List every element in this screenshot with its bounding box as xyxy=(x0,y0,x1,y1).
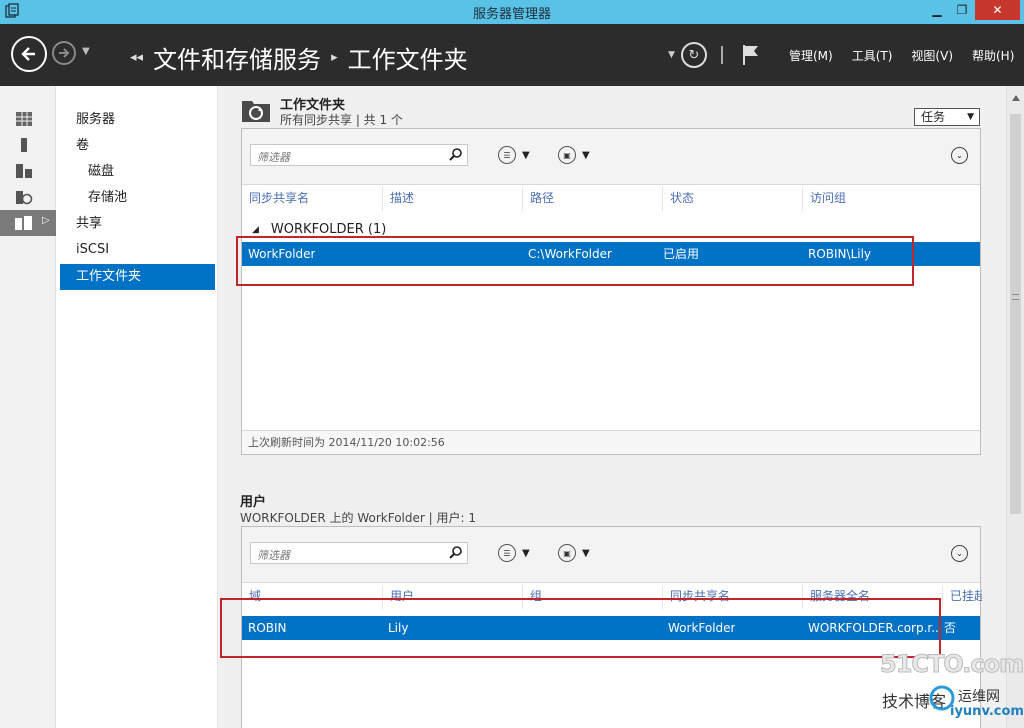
users-subtitle: WORKFOLDER 上的 WorkFolder | 用户: 1 xyxy=(240,511,476,525)
navigation-pane: 服务器 卷 磁盘 存储池 共享 iSCSI 工作文件夹 xyxy=(56,86,218,728)
highlight-box-work-folder xyxy=(236,236,914,286)
list-options-button[interactable]: ☰ ▼ xyxy=(498,544,530,562)
watermark-logo-icon xyxy=(929,685,955,711)
chevron-down-icon: ▼ xyxy=(582,149,590,161)
menu-bar: 管理(M) 工具(T) 视图(V) 帮助(H) xyxy=(789,47,1014,64)
scroll-up-icon[interactable] xyxy=(1011,94,1021,102)
search-icon[interactable] xyxy=(449,147,463,161)
all-servers-icon[interactable] xyxy=(12,162,36,180)
collapse-triangle-icon[interactable]: ◢ xyxy=(252,225,259,235)
breadcrumb-dropdown-icon[interactable]: ▼ xyxy=(668,50,675,60)
expand-arrow-icon: ▷ xyxy=(42,215,50,226)
filter-toolbar: 筛选器 ☰ ▼ ▣ ▼ ⌄ xyxy=(242,527,980,583)
col-status[interactable]: 状态 xyxy=(662,187,802,211)
col-path[interactable]: 路径 xyxy=(522,187,662,211)
nav-item-volumes[interactable]: 卷 xyxy=(60,133,215,159)
chevron-down-icon: ▼ xyxy=(522,547,530,559)
menu-view[interactable]: 视图(V) xyxy=(911,47,953,64)
filter-placeholder: 筛选器 xyxy=(257,151,290,164)
cell-suspended: 否 xyxy=(944,621,957,635)
group-label: WORKFOLDER (1) xyxy=(270,222,387,237)
work-folders-subtitle: 所有同步共享 | 共 1 个 xyxy=(280,113,403,127)
vertical-scrollbar[interactable] xyxy=(1006,86,1024,728)
nav-item-storage-pools[interactable]: 存储池 xyxy=(60,185,215,211)
highlight-box-user xyxy=(220,598,941,658)
watermark: 51CTO.com 技术博客 运维网 iyunv.com xyxy=(874,650,1024,725)
work-folders-panel: 筛选器 ☰ ▼ ▣ ▼ ⌄ 同步共享名 描述 路径 状态 访问组 ◢ WORKFOL… xyxy=(241,128,981,455)
scrollbar-thumb[interactable] xyxy=(1010,114,1021,514)
header-actions: ▼ ↻ xyxy=(668,42,761,68)
rail-selected-item[interactable]: ▷ xyxy=(0,210,56,236)
menu-help[interactable]: 帮助(H) xyxy=(972,47,1014,64)
save-icon: ▣ xyxy=(558,146,576,164)
expand-collapse-icon[interactable]: ⌄ xyxy=(951,147,968,164)
chevron-down-icon: ▼ xyxy=(582,547,590,559)
watermark-text-4: iyunv.com xyxy=(950,704,1024,719)
chevron-down-icon: ▼ xyxy=(522,149,530,161)
breadcrumb-item-file-storage[interactable]: 文件和存储服务 xyxy=(153,40,321,75)
breadcrumb-separator-icon: ▸ xyxy=(331,50,338,65)
tasks-dropdown[interactable]: 任务 ▼ xyxy=(914,108,980,126)
tasks-label: 任务 xyxy=(921,110,946,124)
search-icon[interactable] xyxy=(449,545,463,559)
chevron-down-icon: ▼ xyxy=(967,112,974,122)
list-icon: ☰ xyxy=(498,146,516,164)
users-title: 用户 xyxy=(240,495,267,510)
last-refresh-status: 上次刷新时间为 2014/11/20 10:02:56 xyxy=(242,430,980,454)
local-server-icon[interactable] xyxy=(12,136,36,154)
dashboard-icon[interactable] xyxy=(12,110,36,128)
arrow-right-icon xyxy=(59,48,70,58)
minimize-button[interactable]: ▁ xyxy=(924,0,950,20)
menu-manage[interactable]: 管理(M) xyxy=(789,47,833,64)
col-description[interactable]: 描述 xyxy=(382,187,522,211)
file-storage-icon xyxy=(15,216,32,230)
close-button[interactable]: ✕ xyxy=(975,0,1020,20)
list-icon: ☰ xyxy=(498,544,516,562)
menu-tools[interactable]: 工具(T) xyxy=(852,47,893,64)
breadcrumb-item-work-folders[interactable]: 工作文件夹 xyxy=(348,40,468,75)
save-query-button[interactable]: ▣ ▼ xyxy=(558,146,590,164)
back-button[interactable] xyxy=(11,36,47,72)
nav-item-iscsi[interactable]: iSCSI xyxy=(60,237,215,263)
filter-input[interactable]: 筛选器 xyxy=(250,144,468,166)
refresh-icon[interactable]: ↻ xyxy=(680,42,707,68)
arrow-left-icon xyxy=(21,47,35,61)
nav-item-servers[interactable]: 服务器 xyxy=(60,107,215,133)
col-suspended[interactable]: 已挂起 xyxy=(942,585,982,609)
history-dropdown-icon[interactable]: ▼ xyxy=(82,46,90,57)
filter-input[interactable]: 筛选器 xyxy=(250,542,468,564)
save-query-button[interactable]: ▣ ▼ xyxy=(558,544,590,562)
work-folders-column-headers: 同步共享名 描述 路径 状态 访问组 xyxy=(242,187,980,211)
header-bar: ▼ ◂◂ 文件和存储服务 ▸ 工作文件夹 ▼ ↻ 管理(M) 工具(T) 视图(… xyxy=(0,24,1024,86)
header-divider xyxy=(720,46,723,64)
breadcrumb-chevron-icon[interactable]: ◂◂ xyxy=(130,50,143,65)
notifications-flag-icon[interactable] xyxy=(741,44,761,66)
nav-item-work-folders[interactable]: 工作文件夹 xyxy=(60,264,215,290)
save-icon: ▣ xyxy=(558,544,576,562)
window-title: 服务器管理器 xyxy=(472,7,551,22)
nav-item-shares[interactable]: 共享 xyxy=(60,211,215,237)
nav-item-disks[interactable]: 磁盘 xyxy=(60,159,215,185)
file-services-role-icon[interactable] xyxy=(12,188,36,206)
col-access-group[interactable]: 访问组 xyxy=(802,187,942,211)
restore-button[interactable]: ❐ xyxy=(950,0,974,20)
watermark-text-1: 51CTO.com xyxy=(879,650,1024,679)
filter-placeholder: 筛选器 xyxy=(257,549,290,562)
left-icon-rail: ▷ xyxy=(0,86,56,728)
expand-collapse-icon[interactable]: ⌄ xyxy=(951,545,968,562)
title-bar: 服务器管理器 ▁ ❐ ✕ xyxy=(0,0,1024,24)
work-folders-icon xyxy=(242,101,270,122)
watermark-text-3: 运维网 xyxy=(958,689,1000,705)
group-header[interactable]: ◢ WORKFOLDER (1) xyxy=(252,222,386,237)
list-options-button[interactable]: ☰ ▼ xyxy=(498,146,530,164)
col-sync-share-name[interactable]: 同步共享名 xyxy=(242,187,382,211)
breadcrumb: ◂◂ 文件和存储服务 ▸ 工作文件夹 xyxy=(130,40,468,75)
forward-button[interactable] xyxy=(52,41,76,65)
filter-toolbar: 筛选器 ☰ ▼ ▣ ▼ ⌄ xyxy=(242,129,980,185)
